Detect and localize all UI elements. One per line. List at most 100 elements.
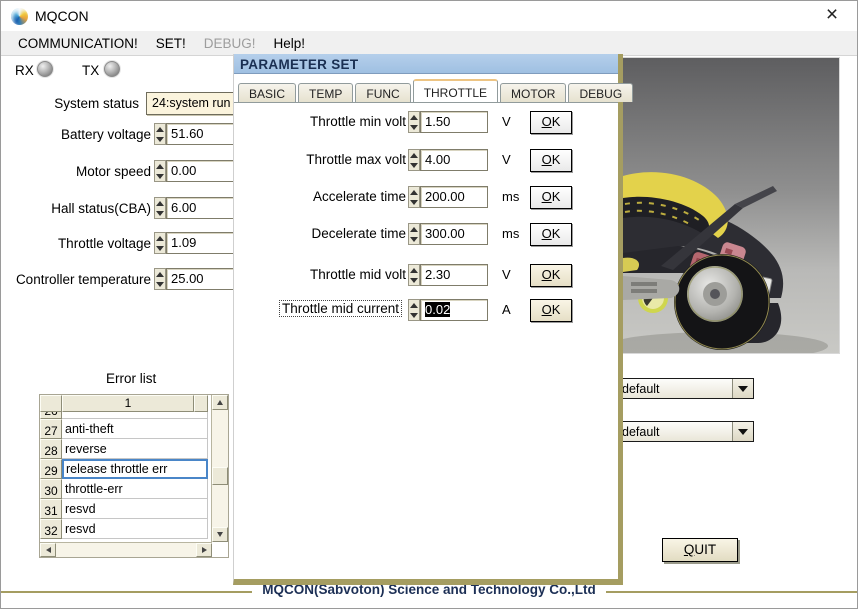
tab-throttle[interactable]: THROTTLE	[412, 79, 499, 102]
rx-label: RX	[15, 63, 34, 78]
row-text[interactable]: throttle-err	[62, 479, 208, 499]
field-row-throttle-mid-current: Throttle mid current 0.02 A OK	[234, 299, 618, 322]
spinner-down-icon[interactable]	[410, 162, 418, 168]
motor-speed-stepper[interactable]	[154, 160, 166, 182]
spinner-down-icon[interactable]	[156, 281, 164, 287]
field-value[interactable]: 300.00	[420, 223, 488, 245]
horizontal-scrollbar[interactable]	[40, 542, 212, 557]
spinner-up-icon[interactable]	[410, 226, 418, 232]
row-text[interactable]: reverse	[62, 439, 208, 459]
row-text[interactable]: anti-theft	[62, 419, 208, 439]
tab-debug[interactable]: DEBUG	[568, 83, 634, 102]
scrollbar-thumb[interactable]	[212, 467, 228, 485]
vertical-scrollbar[interactable]	[211, 395, 228, 542]
table-row[interactable]: 30 throttle-err	[40, 479, 228, 499]
hall-status-stepper[interactable]	[154, 197, 166, 219]
scroll-left-button[interactable]	[40, 543, 56, 557]
arrow-right-icon	[201, 547, 207, 553]
spinner-up-icon[interactable]	[156, 163, 164, 169]
spinner-up-icon[interactable]	[410, 114, 418, 120]
dropdown-button[interactable]	[732, 379, 753, 398]
field-value-selected[interactable]: 0.02	[420, 299, 488, 321]
row-text[interactable]: resvd	[62, 519, 208, 539]
header-column-1[interactable]: 1	[62, 395, 194, 412]
spinner-down-icon[interactable]	[410, 236, 418, 242]
spinner-up-icon[interactable]	[410, 152, 418, 158]
spinner-down-icon[interactable]	[410, 312, 418, 318]
spinner-down-icon[interactable]	[156, 173, 164, 179]
menu-help[interactable]: Help!	[265, 33, 315, 54]
table-row[interactable]: 28 reverse	[40, 439, 228, 459]
field-unit: V	[502, 267, 511, 282]
spinner-down-icon[interactable]	[156, 136, 164, 142]
field-stepper[interactable]	[408, 264, 420, 286]
battery-voltage-stepper[interactable]	[154, 123, 166, 145]
field-stepper[interactable]	[408, 186, 420, 208]
tab-temp[interactable]: TEMP	[298, 83, 354, 102]
spinner-up-icon[interactable]	[156, 126, 164, 132]
row-text[interactable]	[62, 412, 208, 419]
spinner-down-icon[interactable]	[410, 277, 418, 283]
field-row-throttle-mid-volt: Throttle mid volt 2.30 V OK	[234, 264, 618, 287]
row-number: 27	[40, 419, 62, 439]
row-text[interactable]: release throttle err	[62, 459, 208, 479]
field-stepper[interactable]	[408, 149, 420, 171]
chevron-down-icon	[738, 385, 748, 392]
spinner-up-icon[interactable]	[410, 189, 418, 195]
ok-button[interactable]: OK	[530, 299, 572, 322]
table-row[interactable]: 32 resvd	[40, 519, 228, 539]
profile-dropdown-1[interactable]: default	[616, 378, 754, 399]
controller-temperature-value[interactable]: 25.00	[166, 268, 236, 290]
close-icon[interactable]: ×	[819, 3, 845, 27]
ok-button[interactable]: OK	[530, 111, 572, 134]
hall-status-value[interactable]: 6.00	[166, 197, 236, 219]
battery-voltage-value[interactable]: 51.60	[166, 123, 236, 145]
spinner-up-icon[interactable]	[156, 200, 164, 206]
field-stepper[interactable]	[408, 299, 420, 321]
ok-button[interactable]: OK	[530, 149, 572, 172]
tab-basic[interactable]: BASIC	[238, 83, 297, 102]
controller-temperature-stepper[interactable]	[154, 268, 166, 290]
motor-speed-value[interactable]: 0.00	[166, 160, 236, 182]
app-window: MQCON × COMMUNICATION! SET! DEBUG! Help!…	[0, 0, 858, 609]
spinner-up-icon[interactable]	[410, 267, 418, 273]
field-value[interactable]: 4.00	[420, 149, 488, 171]
tab-func[interactable]: FUNC	[355, 83, 411, 102]
field-unit: V	[502, 114, 511, 129]
field-stepper[interactable]	[408, 223, 420, 245]
menu-communication[interactable]: COMMUNICATION!	[9, 33, 147, 54]
table-row-selected[interactable]: 29 release throttle err	[40, 459, 228, 479]
menu-set[interactable]: SET!	[147, 33, 195, 54]
table-row[interactable]: 31 resvd	[40, 499, 228, 519]
quit-button[interactable]: QUIT	[662, 538, 738, 562]
scroll-up-button[interactable]	[212, 395, 228, 410]
table-row[interactable]: 26	[40, 412, 228, 419]
table-row[interactable]: 27 anti-theft	[40, 419, 228, 439]
scroll-right-button[interactable]	[196, 543, 212, 557]
spinner-up-icon[interactable]	[410, 302, 418, 308]
dropdown-button[interactable]	[732, 422, 753, 441]
dialog-title: PARAMETER SET	[240, 57, 359, 72]
tab-motor[interactable]: MOTOR	[500, 83, 567, 102]
row-text[interactable]: resvd	[62, 499, 208, 519]
spinner-down-icon[interactable]	[410, 124, 418, 130]
spinner-up-icon[interactable]	[156, 271, 164, 277]
row-number: 30	[40, 479, 62, 499]
dialog-title-bar[interactable]: PARAMETER SET	[234, 54, 618, 74]
ok-button[interactable]: OK	[530, 264, 572, 287]
profile-dropdown-2[interactable]: default	[616, 421, 754, 442]
spinner-down-icon[interactable]	[156, 210, 164, 216]
spinner-up-icon[interactable]	[156, 235, 164, 241]
field-stepper[interactable]	[408, 111, 420, 133]
ok-button[interactable]: OK	[530, 186, 572, 209]
throttle-voltage-value[interactable]: 1.09	[166, 232, 236, 254]
field-value[interactable]: 200.00	[420, 186, 488, 208]
throttle-voltage-stepper[interactable]	[154, 232, 166, 254]
ok-button[interactable]: OK	[530, 223, 572, 246]
throttle-voltage-label: Throttle voltage	[57, 236, 151, 251]
field-value[interactable]: 2.30	[420, 264, 488, 286]
spinner-down-icon[interactable]	[156, 245, 164, 251]
field-value[interactable]: 1.50	[420, 111, 488, 133]
scroll-down-button[interactable]	[212, 527, 228, 542]
spinner-down-icon[interactable]	[410, 199, 418, 205]
